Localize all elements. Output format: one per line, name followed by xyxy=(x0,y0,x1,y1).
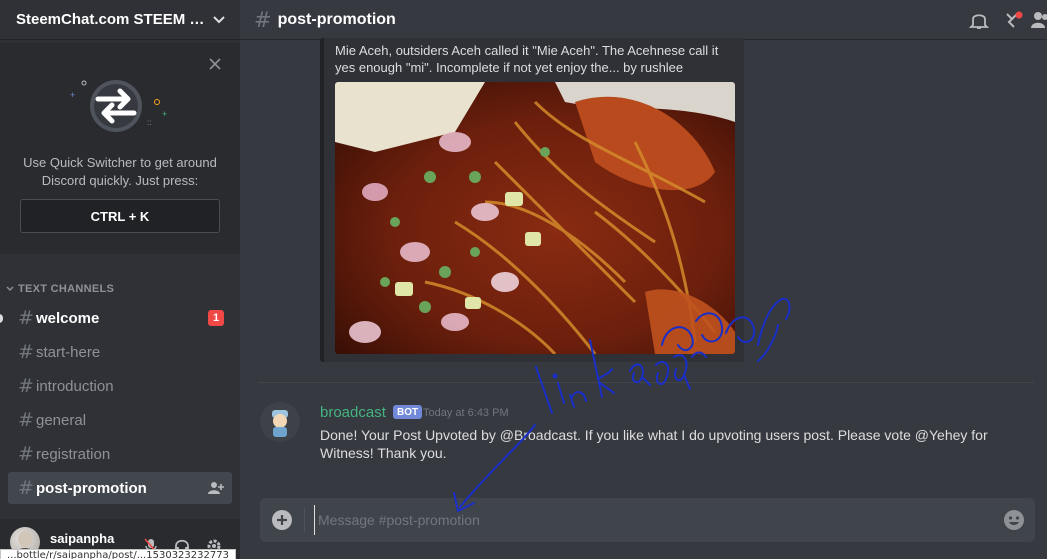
message-author[interactable]: broadcast xyxy=(320,404,386,421)
composer-divider xyxy=(304,508,305,532)
channel-name: registration xyxy=(36,445,111,463)
message-input[interactable] xyxy=(314,505,994,535)
username: saipanpha xyxy=(50,531,115,546)
message-composer xyxy=(260,498,1035,542)
hash-icon: # xyxy=(254,7,272,32)
category-label: TEXT CHANNELS xyxy=(18,283,115,295)
hash-icon: # xyxy=(18,409,34,431)
avatar[interactable] xyxy=(260,402,300,442)
channel-title: post-promotion xyxy=(277,10,396,28)
message-timestamp: Today at 6:43 PM xyxy=(423,407,509,419)
server-header[interactable]: SteemChat.com STEEM C... xyxy=(0,0,240,40)
emoji-picker-icon[interactable] xyxy=(1003,509,1025,531)
svg-text:+: + xyxy=(70,90,75,100)
channel-name: welcome xyxy=(36,309,100,327)
link-embed: Mie Aceh, outsiders Aceh called it "Mie … xyxy=(324,38,744,362)
message-divider xyxy=(258,382,1034,383)
unread-indicator xyxy=(0,314,3,323)
server-name: SteemChat.com STEEM C... xyxy=(16,11,206,28)
svg-text:::: :: xyxy=(147,118,151,127)
embed-food-image[interactable] xyxy=(335,82,735,354)
mention-badge: 1 xyxy=(208,310,224,326)
hash-icon: # xyxy=(18,443,34,465)
bot-tag: BOT xyxy=(393,405,423,419)
channel-general[interactable]: # general xyxy=(8,404,232,436)
embed-description: Mie Aceh, outsiders Aceh called it "Mie … xyxy=(335,43,719,75)
channel-name: general xyxy=(36,411,87,429)
close-icon[interactable] xyxy=(208,57,222,71)
hash-icon: # xyxy=(18,341,34,363)
channel-name: introduction xyxy=(36,377,114,395)
quick-switcher-tip: + + :: Use Quick Switcher to get around … xyxy=(0,43,240,254)
hash-icon: # xyxy=(18,375,34,397)
member-list-icon[interactable] xyxy=(1030,10,1047,30)
pinned-messages-icon[interactable] xyxy=(1002,10,1024,30)
channel-introduction[interactable]: # introduction xyxy=(8,370,232,402)
channel-name: post-promotion xyxy=(36,479,147,497)
channel-welcome[interactable]: # welcome 1 xyxy=(8,302,232,334)
create-invite-icon[interactable] xyxy=(208,481,224,495)
sidebar: SteemChat.com STEEM C... + + :: Use Quic… xyxy=(0,0,240,559)
shortcut-button[interactable]: CTRL + K xyxy=(20,199,220,233)
channel-name: start-here xyxy=(36,343,101,361)
chevron-down-icon xyxy=(212,13,226,27)
text-channels-heading[interactable]: TEXT CHANNELS xyxy=(6,283,114,295)
svg-text:+: + xyxy=(162,109,167,119)
chevron-down-icon xyxy=(6,283,14,295)
channel-post-promotion[interactable]: # post-promotion xyxy=(8,472,232,504)
channel-registration[interactable]: # registration xyxy=(8,438,232,470)
chat-header: # post-promotion xyxy=(240,0,1047,40)
hash-icon: # xyxy=(18,307,34,329)
browser-status-url: ...bottle/r/saipanpha/post/...1530323232… xyxy=(0,549,236,559)
hash-icon: # xyxy=(18,477,34,499)
quick-switcher-text: Use Quick Switcher to get around Discord… xyxy=(23,155,217,188)
message-content: Done! Your Post Upvoted by @Broadcast. I… xyxy=(320,427,988,461)
upload-plus-icon[interactable] xyxy=(272,510,292,530)
channel-start-here[interactable]: # start-here xyxy=(8,336,232,368)
notification-bell-icon[interactable] xyxy=(968,10,990,30)
